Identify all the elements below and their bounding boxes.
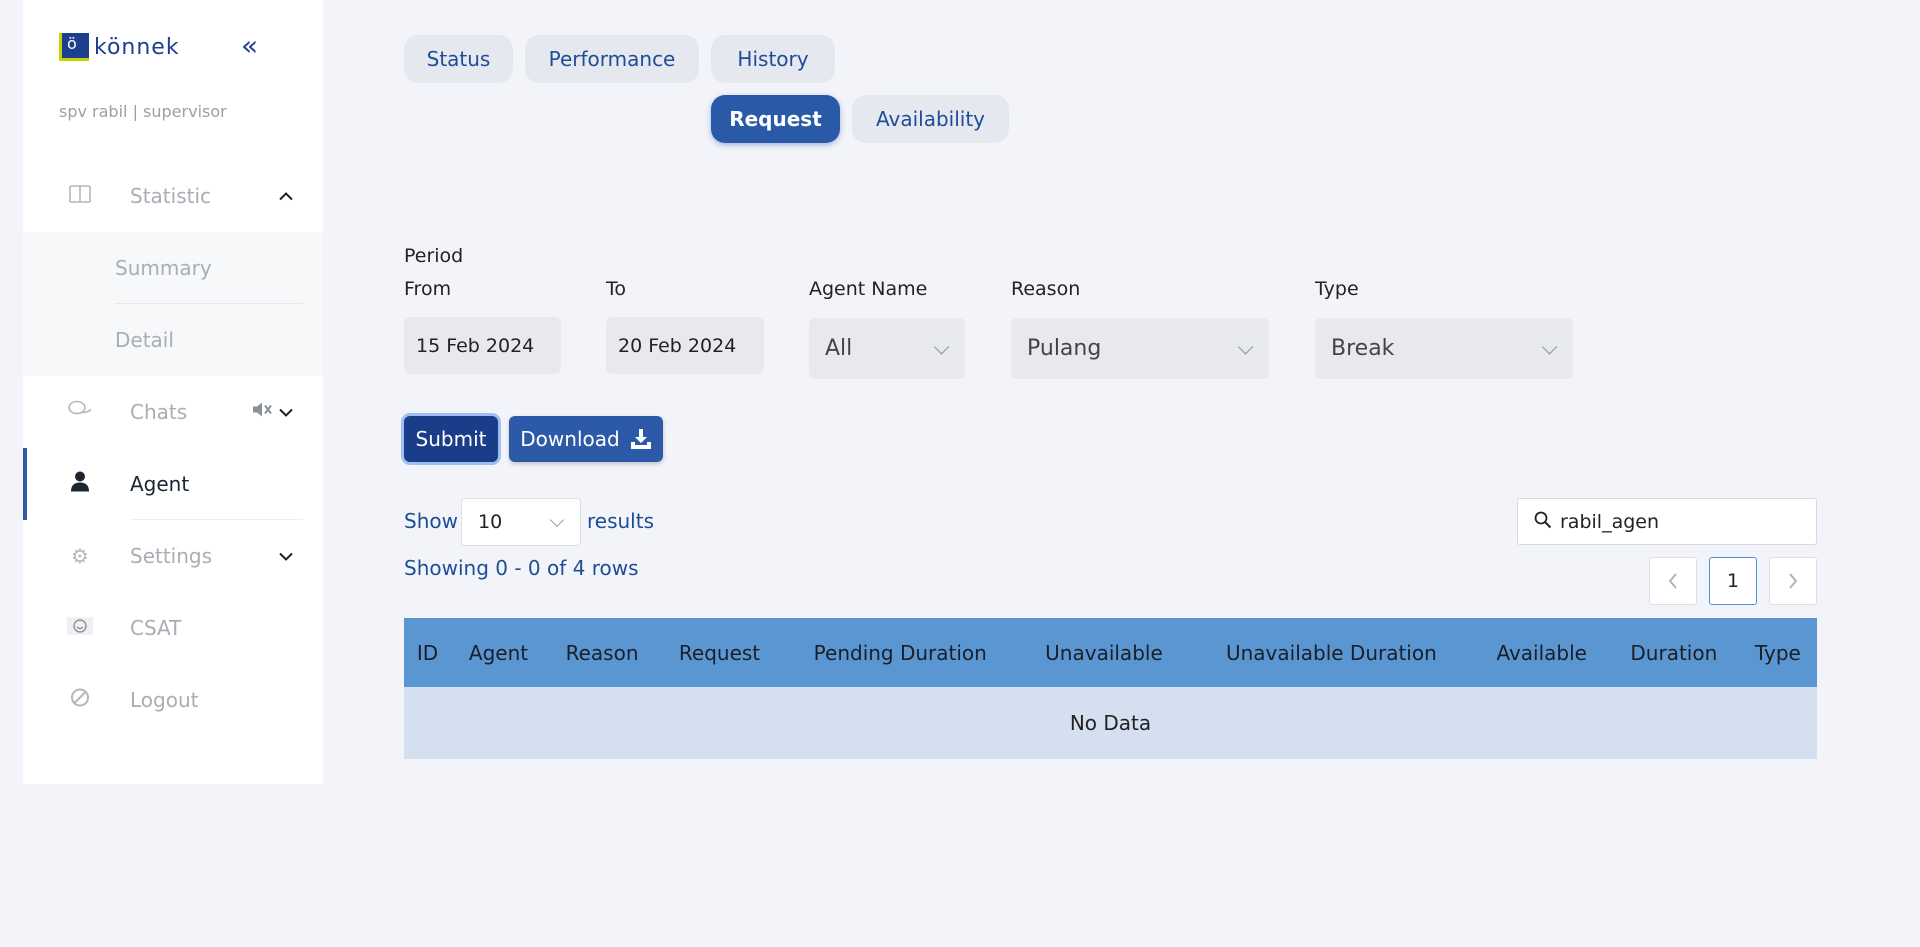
sidebar-item-label: Statistic <box>130 184 212 208</box>
column-header-request[interactable]: Request <box>658 618 781 687</box>
tab-request[interactable]: Request <box>711 95 840 143</box>
tab-availability[interactable]: Availability <box>852 95 1009 143</box>
download-button[interactable]: Download <box>509 416 663 462</box>
chevron-down-icon[interactable] <box>279 547 293 566</box>
chevron-up-icon[interactable] <box>279 187 293 206</box>
column-header-pending-duration[interactable]: Pending Duration <box>780 618 1020 687</box>
table-header-row: ID Agent Reason Request Pending Duration… <box>404 618 1817 687</box>
statistic-submenu: Summary Detail <box>23 232 323 376</box>
smiley-icon <box>67 616 93 640</box>
columns-icon <box>67 184 93 208</box>
search-icon <box>1534 511 1552 533</box>
tab-history[interactable]: History <box>711 35 835 83</box>
gear-icon: ⚙ <box>71 544 89 568</box>
sidebar-item-agent[interactable]: Agent <box>23 448 323 520</box>
mute-icon[interactable] <box>251 400 273 425</box>
column-header-type[interactable]: Type <box>1738 618 1817 687</box>
chevron-down-icon[interactable] <box>279 403 293 422</box>
reason-select[interactable]: Pulang <box>1011 318 1269 379</box>
chevron-down-icon <box>933 338 950 355</box>
reason-value: Pulang <box>1027 336 1102 361</box>
showing-rows-text: Showing 0 - 0 of 4 rows <box>404 556 639 580</box>
reason-label: Reason <box>1011 278 1081 300</box>
sidebar-nav: Statistic Summary Detail Chats Agent ⚙ S… <box>23 160 323 736</box>
column-header-available[interactable]: Available <box>1474 618 1609 687</box>
chevron-down-icon <box>1237 338 1254 355</box>
sidebar-item-statistic[interactable]: Statistic <box>23 160 323 232</box>
sidebar-item-detail[interactable]: Detail <box>23 304 323 376</box>
request-table: ID Agent Reason Request Pending Duration… <box>404 618 1817 759</box>
column-header-unavailable-duration[interactable]: Unavailable Duration <box>1188 618 1475 687</box>
sidebar-item-label: Chats <box>130 400 188 424</box>
to-date-field[interactable]: 20 Feb 2024 <box>606 317 764 374</box>
sidebar-item-logout[interactable]: Logout <box>23 664 323 736</box>
download-icon <box>630 428 652 450</box>
agent-name-label: Agent Name <box>809 278 928 300</box>
sidebar-item-label: CSAT <box>130 616 182 640</box>
agent-name-select[interactable]: All <box>809 318 965 379</box>
chat-bubbles-icon <box>67 400 93 425</box>
column-header-reason[interactable]: Reason <box>545 618 659 687</box>
type-value: Break <box>1331 336 1395 361</box>
type-label: Type <box>1315 278 1359 300</box>
search-input[interactable] <box>1560 510 1800 533</box>
tab-status[interactable]: Status <box>404 35 513 83</box>
user-role: spv rabil | supervisor <box>59 102 227 121</box>
table-row: No Data <box>404 687 1817 759</box>
sidebar: ö könnek « spv rabil | supervisor Statis… <box>23 0 323 784</box>
sidebar-item-settings[interactable]: ⚙ Settings <box>23 520 323 592</box>
page-size-select[interactable]: 10 <box>461 498 581 546</box>
prev-page-button[interactable] <box>1649 557 1697 605</box>
period-label: Period <box>404 245 464 267</box>
logo-mark: ö <box>59 33 89 61</box>
column-header-duration[interactable]: Duration <box>1608 618 1739 687</box>
submit-button[interactable]: Submit <box>404 416 498 462</box>
results-label: results <box>587 509 655 533</box>
sidebar-item-label: Logout <box>130 688 199 712</box>
sidebar-item-summary[interactable]: Summary <box>23 232 323 304</box>
person-icon <box>67 471 93 498</box>
ban-icon <box>67 688 93 713</box>
no-data-cell: No Data <box>404 687 1817 759</box>
show-label: Show <box>404 509 458 533</box>
column-header-agent[interactable]: Agent <box>451 618 546 687</box>
to-label: To <box>606 278 627 300</box>
chevron-down-icon <box>1541 338 1558 355</box>
sidebar-item-label: Agent <box>130 472 190 496</box>
sidebar-item-csat[interactable]: CSAT <box>23 592 323 664</box>
collapse-sidebar-icon[interactable]: « <box>241 32 258 60</box>
agent-name-value: All <box>825 336 853 361</box>
download-label: Download <box>520 427 620 451</box>
from-date-field[interactable]: 15 Feb 2024 <box>404 317 561 374</box>
column-header-unavailable[interactable]: Unavailable <box>1019 618 1189 687</box>
column-header-id[interactable]: ID <box>404 618 452 687</box>
logo-text: könnek <box>94 34 180 60</box>
brand-logo[interactable]: ö könnek <box>59 33 180 61</box>
sidebar-item-chats[interactable]: Chats <box>23 376 323 448</box>
page-number-button[interactable]: 1 <box>1709 557 1757 605</box>
next-page-button[interactable] <box>1769 557 1817 605</box>
chevron-down-icon <box>549 512 565 528</box>
from-label: From <box>404 278 452 300</box>
page-size-value: 10 <box>478 511 503 533</box>
tab-performance[interactable]: Performance <box>525 35 699 83</box>
type-select[interactable]: Break <box>1315 318 1573 379</box>
search-box <box>1517 498 1817 545</box>
sidebar-item-label: Settings <box>130 544 213 568</box>
